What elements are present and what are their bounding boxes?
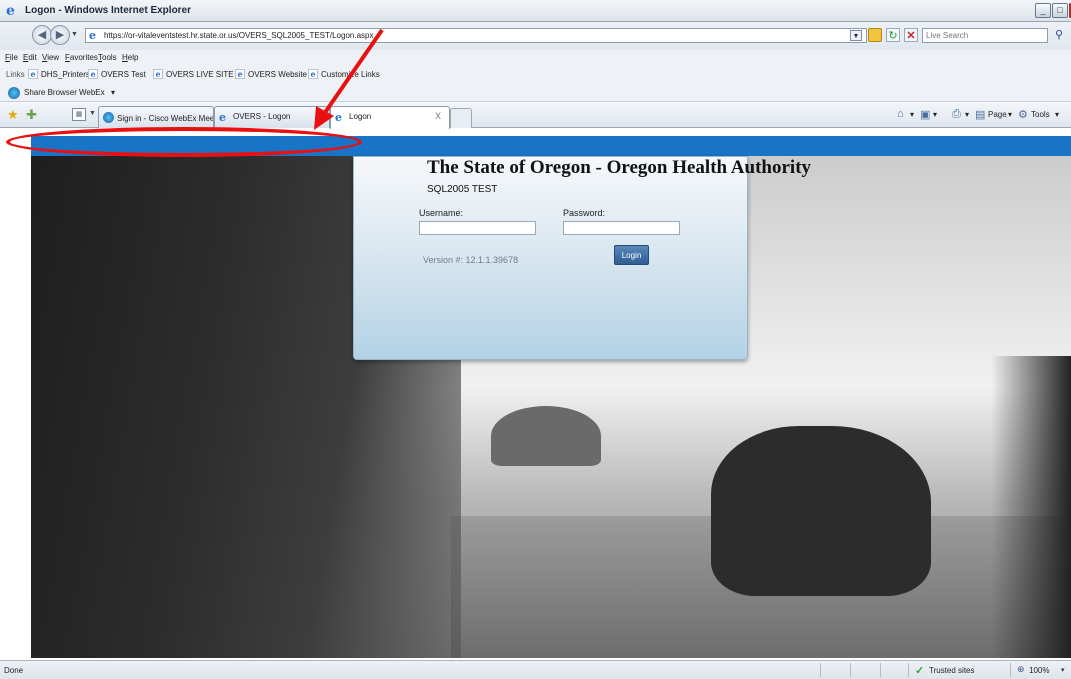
annotation-arrow xyxy=(314,28,384,130)
forward-button[interactable]: ▶ xyxy=(50,25,70,45)
status-divider xyxy=(850,663,851,677)
add-favorites-icon[interactable]: ✚ xyxy=(26,107,37,123)
address-bar[interactable]: e https://or-vitaleventstest.hr.state.or… xyxy=(85,28,867,43)
ie-page-icon: e xyxy=(88,69,98,79)
window-title: Logon - Windows Internet Explorer xyxy=(25,5,192,16)
ie-logo-icon: e xyxy=(6,3,15,19)
security-zone[interactable]: Trusted sites xyxy=(929,666,975,675)
address-toolbar: ◀ ▶ ▼ e https://or-vitaleventstest.hr.st… xyxy=(0,22,1071,50)
refresh-icon[interactable]: ↻ xyxy=(886,28,900,42)
status-divider xyxy=(880,663,881,677)
gear-icon: ⚙ xyxy=(1018,109,1028,121)
tools-menu[interactable]: Tools xyxy=(1031,110,1050,119)
live-search-box[interactable] xyxy=(922,28,1048,43)
environment-label: SQL2005 TEST xyxy=(427,184,498,195)
tab-bar: ★ ✚ ▦ ▼ Sign in - Cisco WebEx Meetings e… xyxy=(0,102,1071,129)
link-dhs-printers[interactable]: e DHS_Printers xyxy=(28,69,90,79)
link-overs-test[interactable]: e OVERS Test xyxy=(88,69,146,79)
menu-favorites[interactable]: Favorites xyxy=(65,53,98,62)
page-menu[interactable]: Page xyxy=(988,110,1007,119)
zoom-icon: ⊕ xyxy=(1017,664,1025,674)
menu-bar: File Edit View Favorites Tools Help xyxy=(0,50,1071,66)
check-icon: ✓ xyxy=(915,665,925,677)
background-tree-right xyxy=(991,356,1071,658)
address-dropdown-button[interactable]: ▼ xyxy=(850,30,862,41)
feeds-dropdown[interactable]: ▾ xyxy=(933,110,937,119)
print-dropdown[interactable]: ▾ xyxy=(965,110,969,119)
background-rock-island xyxy=(711,426,931,596)
username-input[interactable] xyxy=(419,221,536,235)
search-input[interactable] xyxy=(923,29,1047,42)
menu-edit[interactable]: Edit xyxy=(23,53,37,62)
status-divider xyxy=(820,663,821,677)
page-title: The State of Oregon - Oregon Health Auth… xyxy=(427,157,812,178)
menu-file[interactable]: File xyxy=(5,53,18,62)
tab-list-dropdown[interactable]: ▼ xyxy=(89,110,96,117)
home-icon[interactable]: ⌂ xyxy=(897,108,904,120)
login-button[interactable]: Login xyxy=(614,245,649,265)
status-divider xyxy=(908,663,909,677)
home-dropdown[interactable]: ▾ xyxy=(910,110,914,119)
menu-view[interactable]: View xyxy=(42,53,59,62)
link-overs-live-site[interactable]: e OVERS LIVE SITE xyxy=(153,69,234,79)
password-label: Password: xyxy=(563,208,606,218)
login-panel: The State of Oregon - Oregon Health Auth… xyxy=(353,156,811,360)
new-tab-button[interactable] xyxy=(450,108,472,128)
tools-menu-dropdown[interactable]: ▾ xyxy=(1055,110,1059,119)
zoom-level[interactable]: 100% xyxy=(1029,666,1049,675)
menu-tools[interactable]: Tools xyxy=(98,53,117,62)
page-menu-dropdown[interactable]: ▾ xyxy=(1008,110,1012,119)
background-headland xyxy=(491,406,601,466)
close-tab-icon[interactable]: X xyxy=(435,111,441,121)
ie-page-icon: e xyxy=(28,69,38,79)
page-content: The State of Oregon - Oregon Health Auth… xyxy=(31,136,1071,658)
share-browser-button[interactable]: Share Browser xyxy=(24,88,77,97)
favorites-star-icon[interactable]: ★ xyxy=(7,107,19,123)
version-text: Version #: 12.1.1.39678 xyxy=(423,255,519,265)
title-bar: e Logon - Windows Internet Explorer _ □ xyxy=(0,0,1071,22)
webex-menu[interactable]: WebEx xyxy=(79,88,105,97)
webex-globe-icon xyxy=(103,112,114,123)
lock-icon[interactable] xyxy=(868,28,882,42)
ie-page-icon: e xyxy=(219,111,226,124)
link-overs-website[interactable]: e OVERS Website xyxy=(235,69,307,79)
back-button[interactable]: ◀ xyxy=(32,25,52,45)
webex-globe-icon xyxy=(8,87,20,99)
links-label: Links xyxy=(6,70,25,79)
status-text: Done xyxy=(4,666,24,675)
password-input[interactable] xyxy=(563,221,680,235)
stop-icon[interactable]: ✕ xyxy=(904,28,918,42)
tab-webex-signin[interactable]: Sign in - Cisco WebEx Meetings xyxy=(98,106,214,128)
quick-tabs-icon[interactable]: ▦ xyxy=(72,108,86,121)
page-icon: e xyxy=(89,29,96,42)
ie-page-icon: e xyxy=(235,69,245,79)
webex-toolbar: Share Browser WebEx ▾ xyxy=(0,84,1071,102)
menu-help[interactable]: Help xyxy=(122,53,138,62)
feeds-icon[interactable]: ▣ xyxy=(920,108,930,121)
minimize-button[interactable]: _ xyxy=(1035,3,1051,18)
recent-pages-dropdown[interactable]: ▼ xyxy=(71,31,78,38)
zoom-dropdown[interactable]: ▾ xyxy=(1061,666,1065,674)
search-icon[interactable]: ⚲ xyxy=(1052,28,1066,42)
status-bar: Done ✓ Trusted sites ⊕ 100% ▾ xyxy=(0,660,1071,679)
maximize-button[interactable]: □ xyxy=(1052,3,1068,18)
webex-dropdown-icon[interactable]: ▾ xyxy=(111,88,115,97)
ie-page-icon: e xyxy=(153,69,163,79)
print-icon[interactable]: ⎙ xyxy=(952,108,961,121)
username-label: Username: xyxy=(419,208,464,218)
status-divider xyxy=(1010,663,1011,677)
links-bar: Links e DHS_Printers e OVERS Test e OVERS L… xyxy=(0,66,1071,84)
page-menu-icon: ▤ xyxy=(975,109,986,121)
